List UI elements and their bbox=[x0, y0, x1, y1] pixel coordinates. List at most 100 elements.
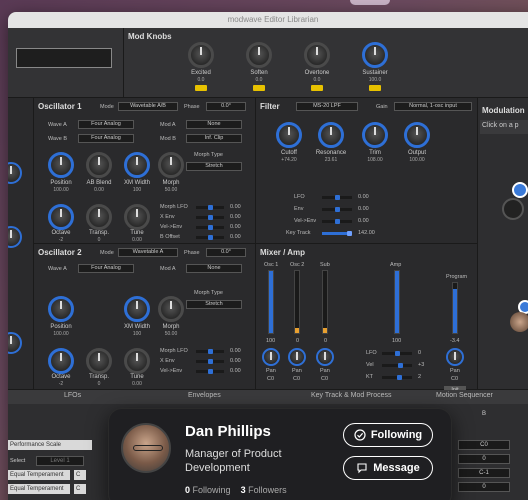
osc1-mod-b-label: Mod B bbox=[160, 136, 176, 142]
grid-icon[interactable] bbox=[502, 198, 524, 220]
osc2-mod-slider-2[interactable] bbox=[196, 359, 224, 364]
tab-lfos[interactable]: LFOs bbox=[64, 392, 81, 399]
filter-gain-select[interactable]: Normal, 1-osc input bbox=[394, 102, 472, 111]
osc2-transpose-knob[interactable] bbox=[86, 348, 112, 374]
performance-scale-chip[interactable]: Performance Scale bbox=[8, 440, 92, 450]
mod-knob-2[interactable] bbox=[246, 42, 272, 68]
osc1-tune-label: Tune bbox=[130, 230, 144, 236]
following-label[interactable]: Following bbox=[193, 485, 231, 495]
program-name-field[interactable] bbox=[16, 48, 112, 68]
temperament-1-key[interactable]: C bbox=[74, 470, 86, 480]
osc1-phase-field[interactable]: 0.0° bbox=[206, 102, 246, 111]
right-cell-2[interactable]: C0 bbox=[458, 440, 510, 450]
osc1-mod-slider-4[interactable] bbox=[196, 235, 224, 240]
left-knob-1[interactable] bbox=[8, 162, 22, 184]
right-cell-3[interactable]: 0 bbox=[458, 454, 510, 464]
tab-key-track[interactable]: Key Track & Mod Process bbox=[311, 392, 392, 399]
filter-cutoff-knob[interactable] bbox=[276, 122, 302, 148]
amp-fader[interactable] bbox=[394, 270, 400, 334]
mod-knob-3-button[interactable] bbox=[311, 85, 323, 91]
mod-knob-3[interactable] bbox=[304, 42, 330, 68]
program-fader[interactable] bbox=[452, 282, 458, 334]
amp-mod-slider-1[interactable] bbox=[382, 351, 412, 356]
osc2-xm-width-knob[interactable] bbox=[124, 296, 150, 322]
filter-mod-slider-4[interactable] bbox=[322, 231, 352, 236]
osc2-octave-knob[interactable] bbox=[48, 348, 74, 374]
osc1-mod-slider-1[interactable] bbox=[196, 205, 224, 210]
mixer-sub-pan-knob[interactable] bbox=[316, 348, 334, 366]
osc1-transpose-knob[interactable] bbox=[86, 204, 112, 230]
following-button[interactable]: Following bbox=[343, 423, 433, 447]
program-pan-knob[interactable] bbox=[446, 348, 464, 366]
osc2-morph-type-select[interactable]: Stretch bbox=[186, 300, 242, 309]
left-knob-2[interactable] bbox=[8, 226, 22, 248]
modulation-hint: Click on a p bbox=[480, 120, 528, 134]
osc1-wave-a-select[interactable]: Four Analog bbox=[78, 120, 134, 129]
filter-output-knob[interactable] bbox=[404, 122, 430, 148]
amp-mod-slider-2[interactable] bbox=[382, 363, 412, 368]
amp-mod-slider-3[interactable] bbox=[382, 375, 412, 380]
mod-knob-1-button[interactable] bbox=[195, 85, 207, 91]
mixer-osc2-pan-knob[interactable] bbox=[288, 348, 306, 366]
osc1-mod-b-select[interactable]: Inf. Clip bbox=[186, 134, 242, 143]
tab-motion-sequencer[interactable]: Motion Sequencer bbox=[436, 392, 493, 399]
osc1-mod-slider-2[interactable] bbox=[196, 215, 224, 220]
filter-mod-slider-1[interactable] bbox=[322, 195, 352, 200]
left-knob-3[interactable] bbox=[8, 332, 22, 354]
followers-label[interactable]: Followers bbox=[248, 485, 287, 495]
mixer-osc1-fader[interactable] bbox=[268, 270, 274, 334]
mod-knob-1[interactable] bbox=[188, 42, 214, 68]
tab-envelopes[interactable]: Envelopes bbox=[188, 392, 221, 399]
osc2-position-knob[interactable] bbox=[48, 296, 74, 322]
filter-type-select[interactable]: MS-20 LPF bbox=[296, 102, 358, 111]
chat-bubble-icon[interactable] bbox=[512, 182, 528, 198]
mixer-osc1-pan-knob[interactable] bbox=[262, 348, 280, 366]
osc1-morph-type-select[interactable]: Stretch bbox=[186, 162, 242, 171]
mixer-sub-fader[interactable] bbox=[322, 270, 328, 334]
profile-title: Manager of Product Development bbox=[185, 448, 282, 474]
osc1-xm-width-knob[interactable] bbox=[124, 152, 150, 178]
amp-mod-value-2: +3 bbox=[418, 362, 425, 368]
osc1-tune-knob[interactable] bbox=[124, 204, 150, 230]
filter-trim-knob[interactable] bbox=[362, 122, 388, 148]
mixer-osc2-pan-value: C0 bbox=[293, 376, 301, 382]
osc1-position-knob[interactable] bbox=[48, 152, 74, 178]
program-pan-value: C0 bbox=[451, 376, 459, 382]
mod-knob-2-button[interactable] bbox=[253, 85, 265, 91]
osc2-phase-field[interactable]: 0.0° bbox=[206, 248, 246, 257]
profile-name[interactable]: Dan Phillips bbox=[185, 423, 271, 440]
glasses-decoration bbox=[133, 445, 163, 451]
mod-knob-4[interactable] bbox=[362, 42, 388, 68]
filter-resonance-knob[interactable] bbox=[318, 122, 344, 148]
osc2-mod-slider-1[interactable] bbox=[196, 349, 224, 354]
osc2-mod-a-select[interactable]: None bbox=[186, 264, 242, 273]
osc2-mod-slider-3[interactable] bbox=[196, 369, 224, 374]
filter-panel: Filter MS-20 LPF Gain Normal, 1-osc inpu… bbox=[256, 98, 478, 244]
osc2-tune-knob[interactable] bbox=[124, 348, 150, 374]
select-dropdown[interactable]: Level 1 bbox=[36, 456, 84, 466]
filter-mod-slider-3[interactable] bbox=[322, 219, 352, 224]
osc1-mod-slider-3[interactable] bbox=[196, 225, 224, 230]
osc2-morph-knob[interactable] bbox=[158, 296, 184, 322]
osc1-mode-select[interactable]: Wavetable A/B bbox=[118, 102, 178, 111]
osc1-morph-knob[interactable] bbox=[158, 152, 184, 178]
osc1-wave-b-select[interactable]: Four Analog bbox=[78, 134, 134, 143]
osc1-ab-blend-knob[interactable] bbox=[86, 152, 112, 178]
osc1-octave-knob[interactable] bbox=[48, 204, 74, 230]
program-value: -3.4 bbox=[450, 338, 460, 344]
filter-mod-slider-2[interactable] bbox=[322, 207, 352, 212]
user-avatar-icon[interactable] bbox=[510, 312, 528, 332]
avatar[interactable] bbox=[121, 423, 171, 473]
mod-knob-4-button[interactable] bbox=[369, 85, 381, 91]
temperament-2-chip[interactable]: Equal Temperament bbox=[8, 484, 70, 494]
osc2-mode-select[interactable]: Wavetable A bbox=[118, 248, 178, 257]
osc2-wave-a-select[interactable]: Four Analog bbox=[78, 264, 134, 273]
message-button[interactable]: Message bbox=[343, 456, 433, 480]
temperament-1-chip[interactable]: Equal Temperament bbox=[8, 470, 70, 480]
temperament-2-key[interactable]: C bbox=[74, 484, 86, 494]
mixer-osc2-fader[interactable] bbox=[294, 270, 300, 334]
osc1-mod-a-select[interactable]: None bbox=[186, 120, 242, 129]
right-cell-5[interactable]: 0 bbox=[458, 482, 510, 492]
osc2-tune-value: 0.00 bbox=[132, 381, 142, 387]
right-cell-4[interactable]: C-1 bbox=[458, 468, 510, 478]
